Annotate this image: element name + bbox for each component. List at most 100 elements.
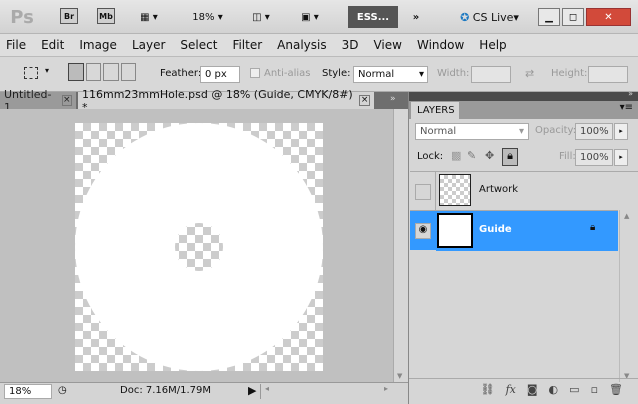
selection-mode-group — [68, 63, 136, 85]
vertical-scrollbar[interactable]: ▼ — [393, 109, 408, 382]
opacity-label: Opacity: — [535, 125, 577, 136]
feather-label: Feather: — [160, 68, 202, 79]
menu-edit[interactable]: Edit — [41, 38, 64, 52]
style-dropdown[interactable]: Normal ▾ — [353, 66, 428, 83]
lock-position-icon[interactable]: ✥ — [485, 149, 494, 162]
layer-thumbnail — [439, 174, 471, 206]
zoom-input[interactable]: 18% — [4, 384, 52, 399]
panel-header-bar: » — [409, 89, 638, 101]
status-menu-icon[interactable]: ◷ — [58, 385, 67, 396]
marquee-tool-icon[interactable] — [24, 67, 38, 79]
panel-menu-icon[interactable]: ▾≡ — [620, 102, 633, 113]
anti-alias-checkbox[interactable] — [250, 68, 260, 78]
intersect-selection-icon[interactable] — [120, 63, 136, 81]
panel-tab-strip: LAYERS ▾≡ — [409, 101, 638, 119]
more-workspaces-button[interactable]: » — [406, 8, 426, 26]
status-bar: 18% ◷ Doc: 7.16M/1.79M ▶ ◂ ▸ — [0, 382, 408, 400]
layer-thumbnail — [437, 213, 473, 248]
arrange-documents-button[interactable]: ◫ ▾ — [245, 8, 277, 26]
fill-label: Fill: — [559, 151, 576, 162]
minibridge-button[interactable]: Mb — [97, 8, 115, 24]
menu-file[interactable]: File — [6, 38, 26, 52]
subtract-selection-icon[interactable] — [103, 63, 119, 81]
width-input[interactable] — [471, 66, 511, 83]
new-group-icon[interactable]: ▭ — [569, 383, 579, 404]
application-bar: Ps Br Mb ▦ ▾ 18% ▾ ◫ ▾ ▣ ▾ ESS... » ✪ CS… — [0, 0, 638, 34]
restore-button[interactable]: ◻ — [562, 8, 584, 26]
tool-preset-dropdown[interactable]: ▾ — [45, 66, 49, 75]
center-hole — [175, 223, 223, 271]
close-button[interactable]: ✕ — [586, 8, 631, 26]
tab-untitled-1[interactable]: Untitled-1 × — [0, 88, 76, 114]
layers-scrollbar[interactable]: ▲ ▼ — [619, 210, 637, 382]
layer-name[interactable]: Artwork — [479, 184, 518, 195]
status-arrow-icon[interactable]: ▶ — [248, 384, 256, 397]
height-label: Height: — [551, 68, 588, 79]
tabs-overflow-icon[interactable]: » — [390, 94, 396, 104]
new-layer-icon[interactable]: ▫ — [591, 383, 598, 404]
zoom-level: 18% — [192, 11, 215, 23]
menu-3d[interactable]: 3D — [342, 38, 359, 52]
screen-mode-button[interactable]: ▣ ▾ — [294, 8, 326, 26]
zoom-level-dropdown[interactable]: 18% ▾ — [185, 8, 230, 26]
layers-footer: ⛓ fx ◙ ◐ ▭ ▫ 🗑︎ — [409, 378, 638, 404]
layer-lock-icon: 🔒︎ — [590, 222, 596, 233]
canvas[interactable] — [75, 123, 323, 371]
layer-row-guide[interactable]: ◉ Guide 🔒︎ — [410, 210, 618, 251]
feather-input[interactable]: 0 px — [200, 66, 240, 83]
width-label: Width: — [437, 68, 470, 79]
layer-row-artwork[interactable]: Artwork — [410, 171, 638, 211]
opacity-input[interactable]: 100% — [575, 123, 613, 140]
layer-name[interactable]: Guide — [479, 224, 512, 235]
menu-bar: File Edit Image Layer Select Filter Anal… — [0, 34, 638, 56]
menu-layer[interactable]: Layer — [132, 38, 165, 52]
height-input[interactable] — [588, 66, 628, 83]
style-label: Style: — [322, 68, 351, 79]
menu-help[interactable]: Help — [479, 38, 506, 52]
style-value: Normal — [358, 69, 395, 80]
menu-view[interactable]: View — [373, 38, 401, 52]
fill-input[interactable]: 100% — [575, 149, 613, 166]
document-window — [0, 109, 393, 382]
minimize-button[interactable]: ▁ — [538, 8, 560, 26]
menu-image[interactable]: Image — [79, 38, 117, 52]
add-mask-icon[interactable]: ◙ — [527, 383, 538, 404]
delete-layer-icon[interactable]: 🗑︎ — [609, 383, 623, 404]
visibility-toggle[interactable] — [415, 184, 431, 200]
fx-icon[interactable]: fx — [506, 383, 516, 404]
cs-live-button[interactable]: ✪ CS Live ▾ — [452, 8, 527, 26]
cs-live-label: CS Live — [472, 10, 514, 24]
tab-layers[interactable]: LAYERS — [411, 102, 459, 119]
document-tabs: Untitled-1 × 116mm23mmHole.psd @ 18% (Gui… — [0, 88, 408, 114]
menu-filter[interactable]: Filter — [232, 38, 262, 52]
doc-size: Doc: 7.16M/1.79M — [120, 385, 212, 396]
lock-transparency-icon[interactable]: ▩ — [451, 149, 461, 162]
tab-116mm23mmhole[interactable]: 116mm23mmHole.psd @ 18% (Guide, CMYK/8#)… — [78, 88, 374, 114]
ps-logo: Ps — [10, 6, 34, 28]
view-extras-button[interactable]: ▦ ▾ — [133, 8, 165, 26]
swap-icon[interactable]: ⇄ — [525, 67, 534, 80]
blend-mode-dropdown[interactable]: Normal ▾ — [415, 123, 529, 140]
eye-icon[interactable]: ◉ — [415, 223, 431, 239]
opacity-slider-button[interactable]: ▸ — [614, 123, 628, 140]
lock-all-icon[interactable]: 🔒︎ — [502, 148, 518, 166]
horizontal-scrollbar[interactable]: ◂ ▸ — [260, 384, 392, 399]
layers-panel: » LAYERS ▾≡ Normal ▾ Opacity: 100% ▸ Lock… — [408, 89, 638, 404]
link-layers-icon[interactable]: ⛓ — [481, 383, 495, 404]
bridge-button[interactable]: Br — [60, 8, 78, 24]
menu-select[interactable]: Select — [180, 38, 217, 52]
cs-live-icon: ✪ — [460, 10, 470, 24]
menu-window[interactable]: Window — [417, 38, 464, 52]
adjustment-layer-icon[interactable]: ◐ — [549, 383, 559, 404]
new-selection-icon[interactable] — [68, 63, 84, 81]
menu-analysis[interactable]: Analysis — [277, 38, 326, 52]
collapse-panel-icon[interactable]: » — [628, 89, 633, 98]
close-tab-icon[interactable]: × — [61, 95, 72, 106]
close-tab-icon[interactable]: × — [359, 95, 370, 106]
fill-slider-button[interactable]: ▸ — [614, 149, 628, 166]
blend-mode-value: Normal — [420, 126, 457, 137]
lock-image-icon[interactable]: ✎ — [467, 149, 476, 162]
add-selection-icon[interactable] — [85, 63, 101, 81]
anti-alias-label: Anti-alias — [264, 68, 311, 79]
workspace-button[interactable]: ESS... — [348, 6, 398, 28]
